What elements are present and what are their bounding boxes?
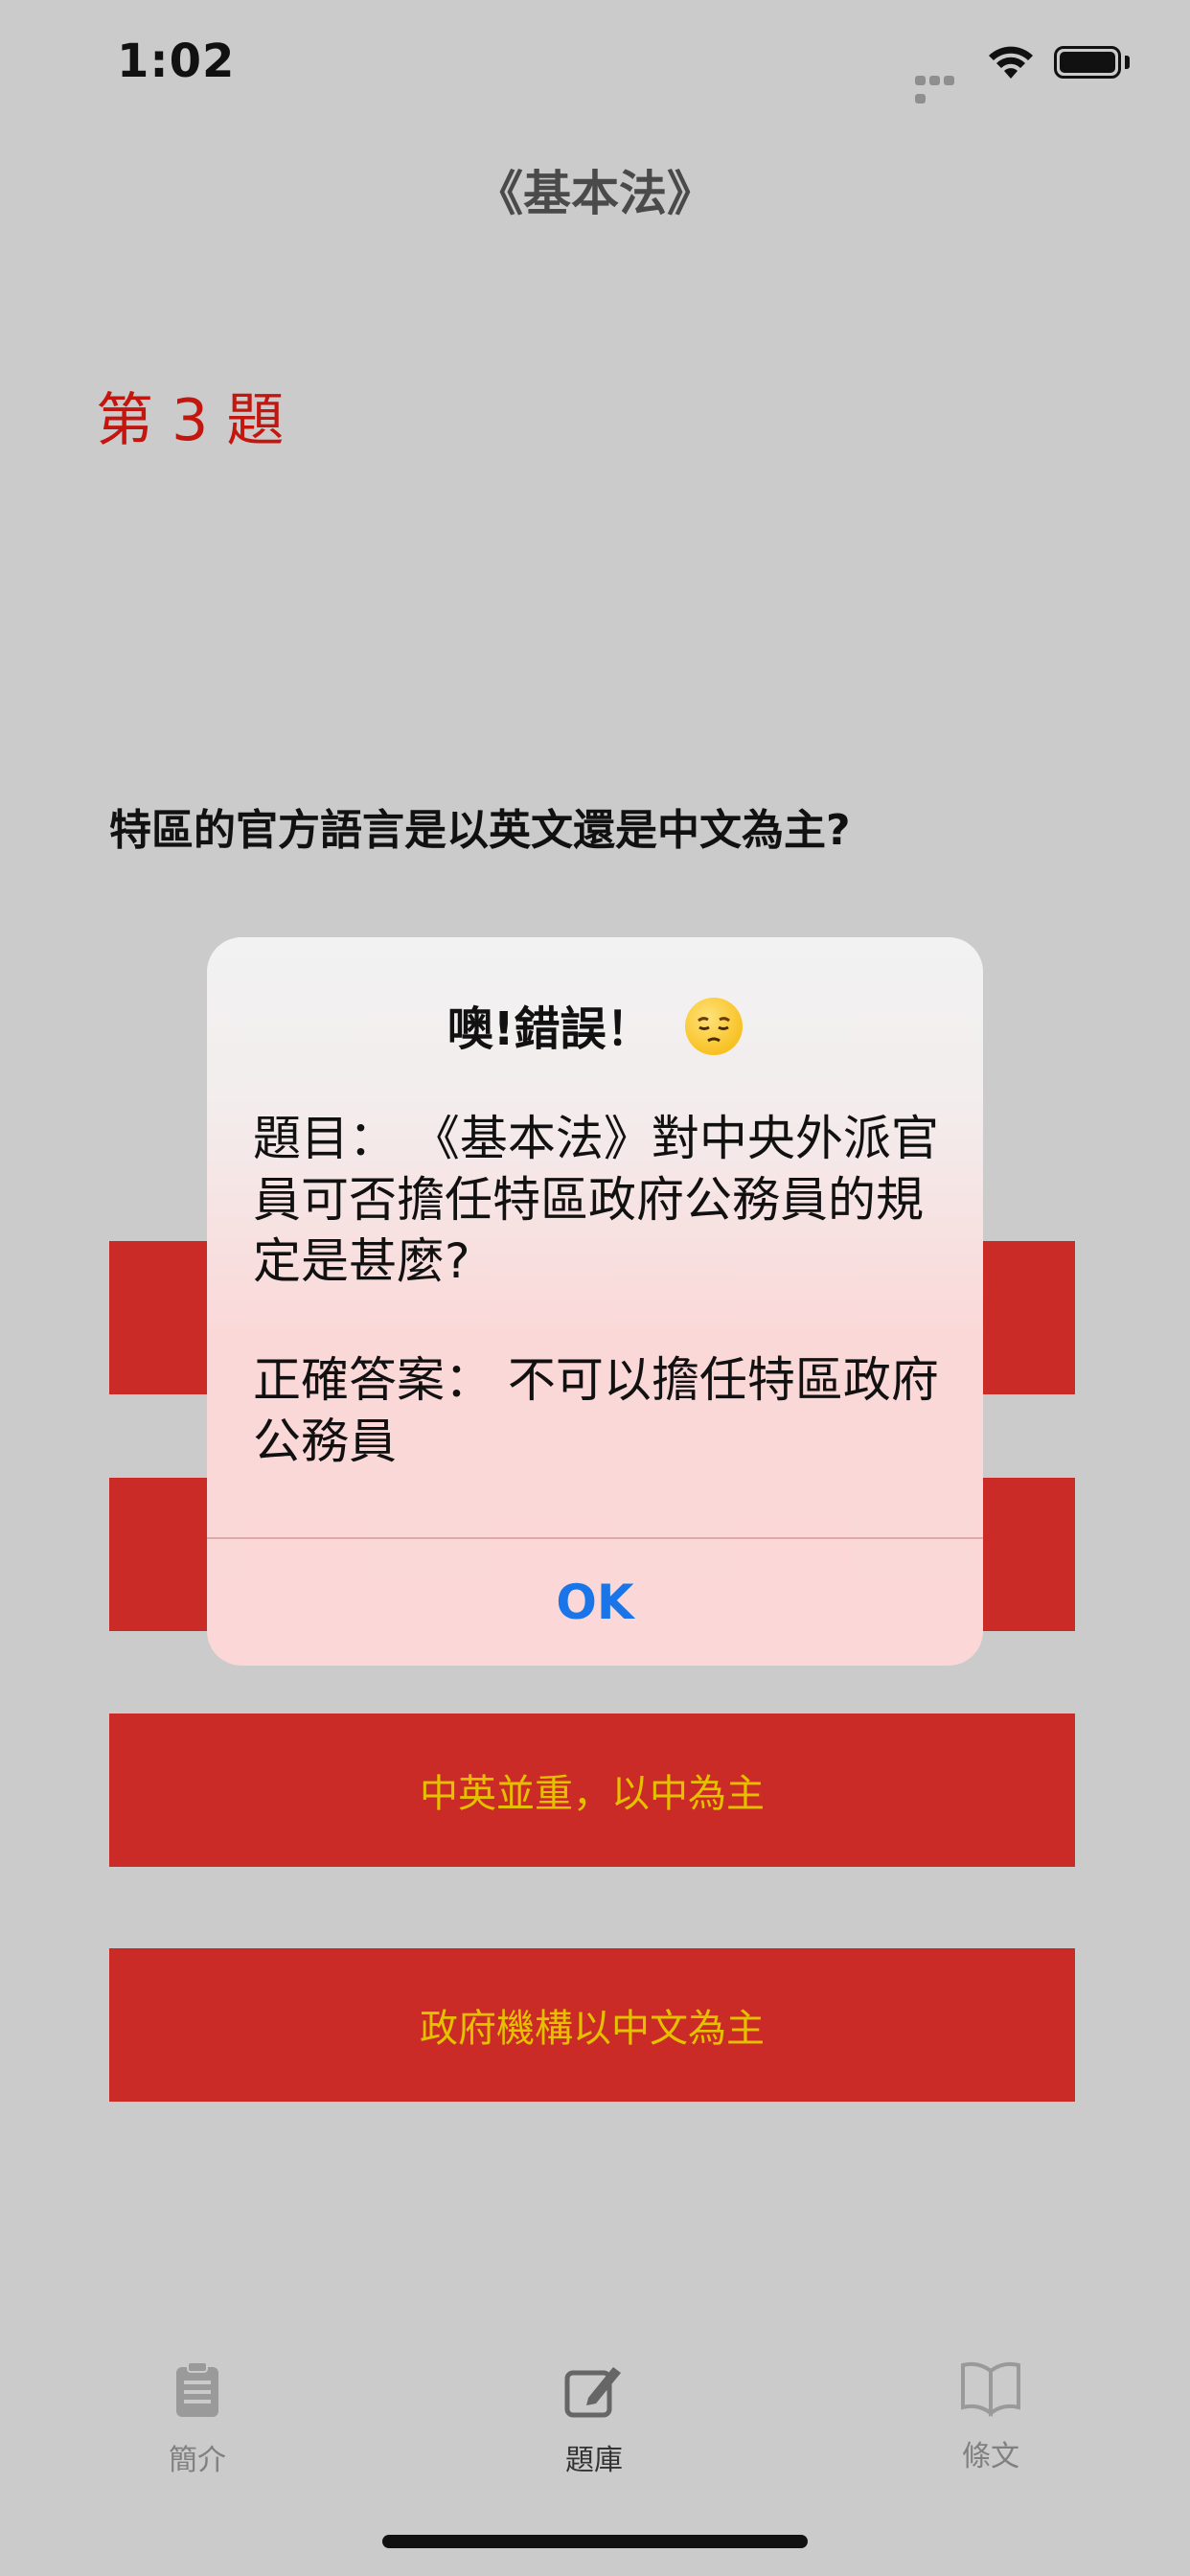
answer-button-3[interactable]: 中英並重，以中為主	[109, 1714, 1075, 1867]
tab-intro[interactable]: 簡介	[82, 2359, 312, 2478]
answer-button-4[interactable]: 政府機構以中文為主	[109, 1948, 1075, 2102]
wrong-answer-alert: 噢!錯誤！ 題目： 《基本法》對中央外派官員可否擔任特區政府公務員的規定是甚麼?…	[207, 937, 983, 1666]
pensive-face-icon	[685, 998, 744, 1055]
alert-question-text: 題目： 《基本法》對中央外派官員可否擔任特區政府公務員的規定是甚麼?	[253, 1111, 939, 1289]
battery-cap	[1125, 56, 1130, 69]
cellular-signal-icon	[915, 71, 971, 104]
wifi-icon	[987, 44, 1035, 84]
edit-icon	[479, 2359, 709, 2428]
alert-correct-answer: 正確答案： 不可以擔任特區政府公務員	[253, 1352, 939, 1469]
clipboard-icon	[82, 2359, 312, 2428]
page-title: 《基本法》	[475, 166, 715, 221]
tab-articles[interactable]: 條文	[876, 2359, 1106, 2474]
tab-question-bank-label: 題庫	[565, 2444, 623, 2477]
alert-ok-button[interactable]: OK	[207, 1539, 983, 1666]
alert-title: 噢!錯誤！	[446, 1002, 652, 1056]
book-icon	[876, 2359, 1106, 2425]
home-indicator[interactable]	[382, 2535, 808, 2548]
question-text: 特區的官方語言是以英文還是中文為主?	[109, 806, 851, 855]
tab-intro-label: 簡介	[169, 2444, 226, 2477]
alert-message: 題目： 《基本法》對中央外派官員可否擔任特區政府公務員的規定是甚麼? 正確答案：…	[253, 1108, 943, 1530]
tab-articles-label: 條文	[962, 2440, 1019, 2473]
question-number: 第 3 題	[96, 387, 285, 454]
status-time: 1:02	[117, 34, 236, 88]
battery-icon	[1054, 46, 1121, 79]
alert-title-row: 噢!錯誤！	[207, 991, 983, 1061]
tab-question-bank[interactable]: 題庫	[479, 2359, 709, 2478]
